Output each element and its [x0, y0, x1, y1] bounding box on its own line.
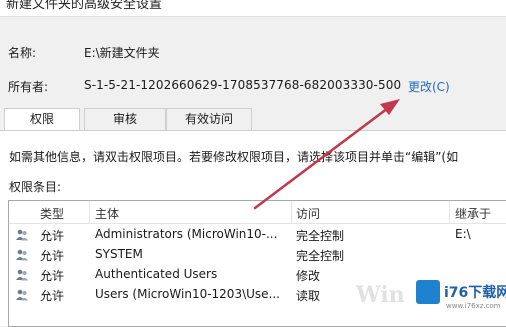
- watermark-ghost-text: Win: [356, 282, 405, 308]
- name-value: E:\新建文件夹: [84, 46, 160, 60]
- column-header-access[interactable]: 访问: [296, 205, 320, 222]
- title-bar: 新建文件夹的高级安全设置: [0, 0, 506, 17]
- owner-value: S-1-5-21-1202660629-1708537768-682003330…: [84, 78, 402, 92]
- entry-principal: SYSTEM: [95, 247, 143, 261]
- list-item[interactable]: 允许 SYSTEM 完全控制: [9, 245, 506, 265]
- users-icon: [16, 269, 28, 281]
- entry-inherited-from: E:\: [455, 227, 471, 241]
- entry-type: 允许: [40, 249, 65, 263]
- entry-access: 完全控制: [296, 229, 345, 243]
- entry-principal: Users (MicroWin10-1203\Use...: [95, 287, 280, 301]
- column-divider[interactable]: [291, 201, 292, 223]
- users-icon: [16, 249, 28, 261]
- tab-strip: 权限 审核 有效访问: [0, 108, 506, 131]
- watermark-domain: www.i76xz.com: [446, 302, 501, 310]
- entry-type: 允许: [40, 289, 65, 303]
- window-title: 新建文件夹的高级安全设置: [6, 0, 163, 12]
- users-icon: [16, 289, 28, 301]
- tab-permissions[interactable]: 权限: [4, 108, 80, 131]
- entry-principal: Administrators (MicroWin10-...: [95, 227, 278, 241]
- entry-principal: Authenticated Users: [95, 267, 218, 281]
- column-divider[interactable]: [449, 201, 450, 223]
- watermark-brand: i76下载网: [444, 285, 506, 301]
- column-header-inherited-from[interactable]: 继承于: [455, 205, 491, 222]
- name-label: 名称:: [8, 46, 37, 60]
- permission-entries-label: 权限条目:: [9, 180, 62, 194]
- entry-type: 允许: [40, 229, 65, 243]
- watermark-logo: i76下载网 www.i76xz.com: [410, 270, 506, 325]
- users-icon: [16, 229, 28, 241]
- column-header-type[interactable]: 类型: [40, 205, 64, 222]
- entry-access: 完全控制: [296, 249, 345, 263]
- brand-logo-icon: [416, 280, 440, 304]
- info-text: 如需其他信息，请双击权限项目。若要修改权限项目，请选择该项目并单击“编辑”(如: [9, 150, 459, 164]
- column-header-principal[interactable]: 主体: [95, 205, 119, 222]
- list-item[interactable]: 允许 Administrators (MicroWin10-... 完全控制 E…: [9, 225, 506, 245]
- tab-auditing[interactable]: 审核: [84, 108, 166, 130]
- owner-label: 所有者:: [8, 80, 49, 94]
- entry-type: 允许: [40, 269, 65, 283]
- tab-effective-access[interactable]: 有效访问: [166, 108, 252, 130]
- column-divider[interactable]: [89, 201, 90, 223]
- change-owner-link[interactable]: 更改(C): [408, 78, 450, 95]
- list-header: 类型 主体 访问 继承于: [9, 201, 506, 224]
